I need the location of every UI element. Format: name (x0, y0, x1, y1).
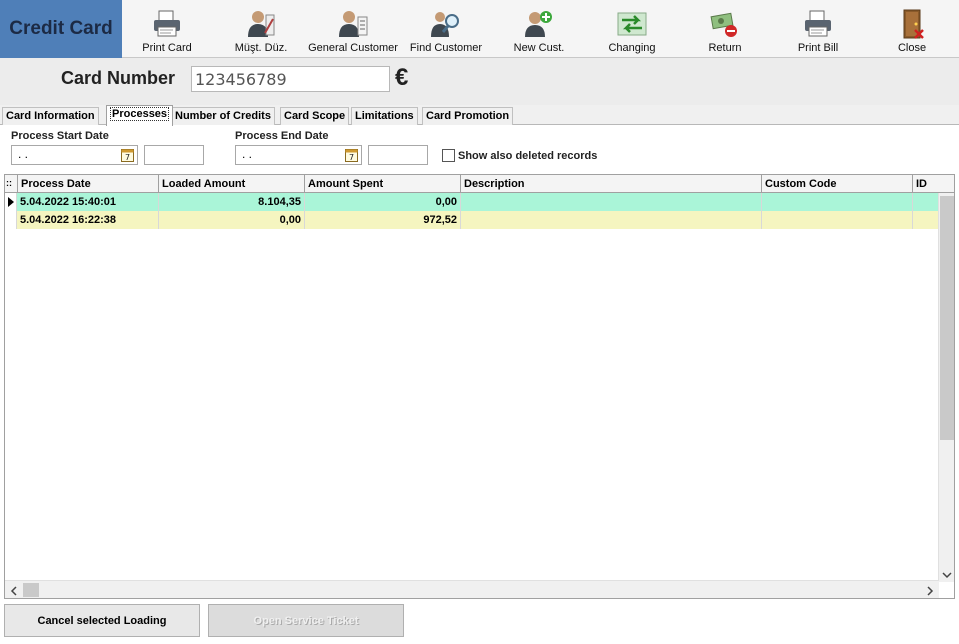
window-title: Credit Card (0, 0, 122, 58)
printer-icon (805, 10, 831, 37)
column-header-id[interactable]: ID (913, 175, 954, 193)
start-date-label: Process Start Date (11, 130, 109, 142)
user-edit-icon (248, 11, 275, 37)
user-list-icon (339, 11, 368, 37)
tab-limitations[interactable]: Limitations (351, 107, 418, 125)
print-card-label: Print Card (142, 42, 192, 54)
card-number-input[interactable]: 123456789 (191, 66, 390, 92)
cell-custom-code[interactable] (762, 211, 913, 229)
processes-panel: Process Start Date . . 7 Process End Dat… (0, 125, 959, 644)
changing-button[interactable]: Changing (604, 0, 660, 58)
column-header-custom-code[interactable]: Custom Code (762, 175, 913, 193)
new-cust-label: New Cust. (513, 42, 565, 54)
changing-label: Changing (608, 42, 656, 54)
grid-indicator-header[interactable]: :: (5, 175, 18, 193)
vertical-scroll-thumb[interactable] (940, 196, 954, 440)
user-add-icon (525, 11, 552, 37)
cancel-selected-loading-button[interactable]: Cancel selected Loading (4, 604, 200, 637)
cell-custom-code[interactable] (762, 193, 913, 211)
open-service-ticket-label: Open Service Ticket (253, 614, 359, 627)
tab-card-promotion[interactable]: Card Promotion (422, 107, 514, 125)
print-card-button[interactable]: Print Card (136, 0, 198, 58)
cell-amount-spent[interactable]: 972,52 (305, 211, 461, 229)
row-indicator (5, 211, 17, 229)
money-return-icon (710, 12, 737, 37)
column-header-amount-spent[interactable]: Amount Spent (305, 175, 461, 193)
new-cust-button[interactable]: New Cust. (510, 0, 568, 58)
cell-loaded-amount[interactable]: 0,00 (159, 211, 305, 229)
calendar-icon[interactable]: 7 (345, 148, 358, 162)
general-customer-label: General Customer (308, 42, 398, 54)
horizontal-scroll-thumb[interactable] (23, 583, 39, 597)
calendar-icon[interactable]: 7 (121, 148, 134, 162)
return-button[interactable]: Return (700, 0, 750, 58)
column-header-loaded-amount[interactable]: Loaded Amount (159, 175, 305, 193)
return-label: Return (708, 42, 742, 54)
grid-header: :: Process Date Loaded Amount Amount Spe… (5, 175, 954, 193)
vertical-scrollbar[interactable] (938, 193, 954, 582)
show-deleted-label: Show also deleted records (458, 150, 598, 162)
tab-limitations-label: Limitations (355, 110, 414, 122)
start-time-input[interactable] (144, 145, 204, 165)
column-header-description[interactable]: Description (461, 175, 762, 193)
tab-card-scope[interactable]: Card Scope (280, 107, 350, 125)
end-time-input[interactable] (368, 145, 428, 165)
calendar-glyph: 7 (349, 153, 354, 162)
tab-bar: Card Information Processes Number of Cre… (0, 105, 959, 126)
exchange-icon (617, 12, 647, 36)
end-date-value: . . (242, 147, 253, 161)
print-bill-button[interactable]: Print Bill (794, 0, 842, 58)
general-customer-button[interactable]: General Customer (308, 0, 398, 58)
user-search-icon (431, 12, 459, 37)
find-customer-label: Find Customer (409, 42, 483, 54)
open-service-ticket-button[interactable]: Open Service Ticket (208, 604, 404, 637)
start-date-input[interactable]: . . 7 (11, 145, 138, 165)
tab-number-of-credits-label: Number of Credits (175, 110, 271, 122)
end-date-input[interactable]: . . 7 (235, 145, 362, 165)
find-customer-button[interactable]: Find Customer (408, 0, 484, 58)
cancel-selected-loading-label: Cancel selected Loading (37, 614, 167, 627)
printer-icon (154, 10, 180, 37)
start-date-value: . . (18, 147, 29, 161)
cell-process-date[interactable]: 5.04.2022 16:22:38 (17, 211, 159, 229)
calendar-glyph: 7 (125, 153, 130, 162)
cell-loaded-amount[interactable]: 8.104,35 (159, 193, 305, 211)
must-duz-label: Müşt. Düz. (234, 42, 288, 54)
tab-card-promotion-label: Card Promotion (426, 110, 510, 122)
tab-card-information-label: Card Information (6, 110, 95, 122)
row-selected-indicator (5, 193, 17, 211)
processes-grid: :: Process Date Loaded Amount Amount Spe… (4, 174, 955, 599)
print-bill-label: Print Bill (797, 42, 839, 54)
tab-processes[interactable]: Processes (106, 105, 174, 126)
tab-card-information[interactable]: Card Information (2, 107, 99, 125)
cell-id[interactable] (913, 193, 939, 211)
card-number-label: Card Number (61, 68, 176, 88)
arrow-right-icon (8, 197, 14, 207)
tab-card-scope-label: Card Scope (284, 110, 346, 122)
cell-process-date[interactable]: 5.04.2022 15:40:01 (17, 193, 159, 211)
tab-number-of-credits[interactable]: Number of Credits (171, 107, 275, 125)
horizontal-scrollbar[interactable] (5, 580, 939, 598)
toolbar: Credit Card Print Card Müşt. Düz. Genera… (0, 0, 959, 58)
must-duz-button[interactable]: Müşt. Düz. (226, 0, 296, 58)
show-deleted-checkbox[interactable] (442, 149, 455, 162)
door-close-icon (903, 9, 924, 39)
card-number-row: Card Number 123456789 € (0, 58, 959, 105)
table-row[interactable]: 5.04.2022 15:40:01 8.104,35 0,00 (5, 193, 939, 211)
chevron-right-icon[interactable] (926, 586, 934, 596)
currency-symbol: € (395, 64, 409, 91)
close-label: Close (897, 42, 927, 54)
cell-id[interactable] (913, 211, 939, 229)
end-date-label: Process End Date (235, 130, 329, 142)
table-row[interactable]: 5.04.2022 16:22:38 0,00 972,52 (5, 211, 939, 229)
close-button[interactable]: Close (892, 0, 932, 58)
chevron-left-icon[interactable] (10, 586, 18, 596)
cell-description[interactable] (461, 193, 762, 211)
tab-processes-label: Processes (110, 107, 170, 121)
column-header-process-date[interactable]: Process Date (18, 175, 159, 193)
cell-description[interactable] (461, 211, 762, 229)
cell-amount-spent[interactable]: 0,00 (305, 193, 461, 211)
chevron-down-icon[interactable] (942, 571, 952, 579)
